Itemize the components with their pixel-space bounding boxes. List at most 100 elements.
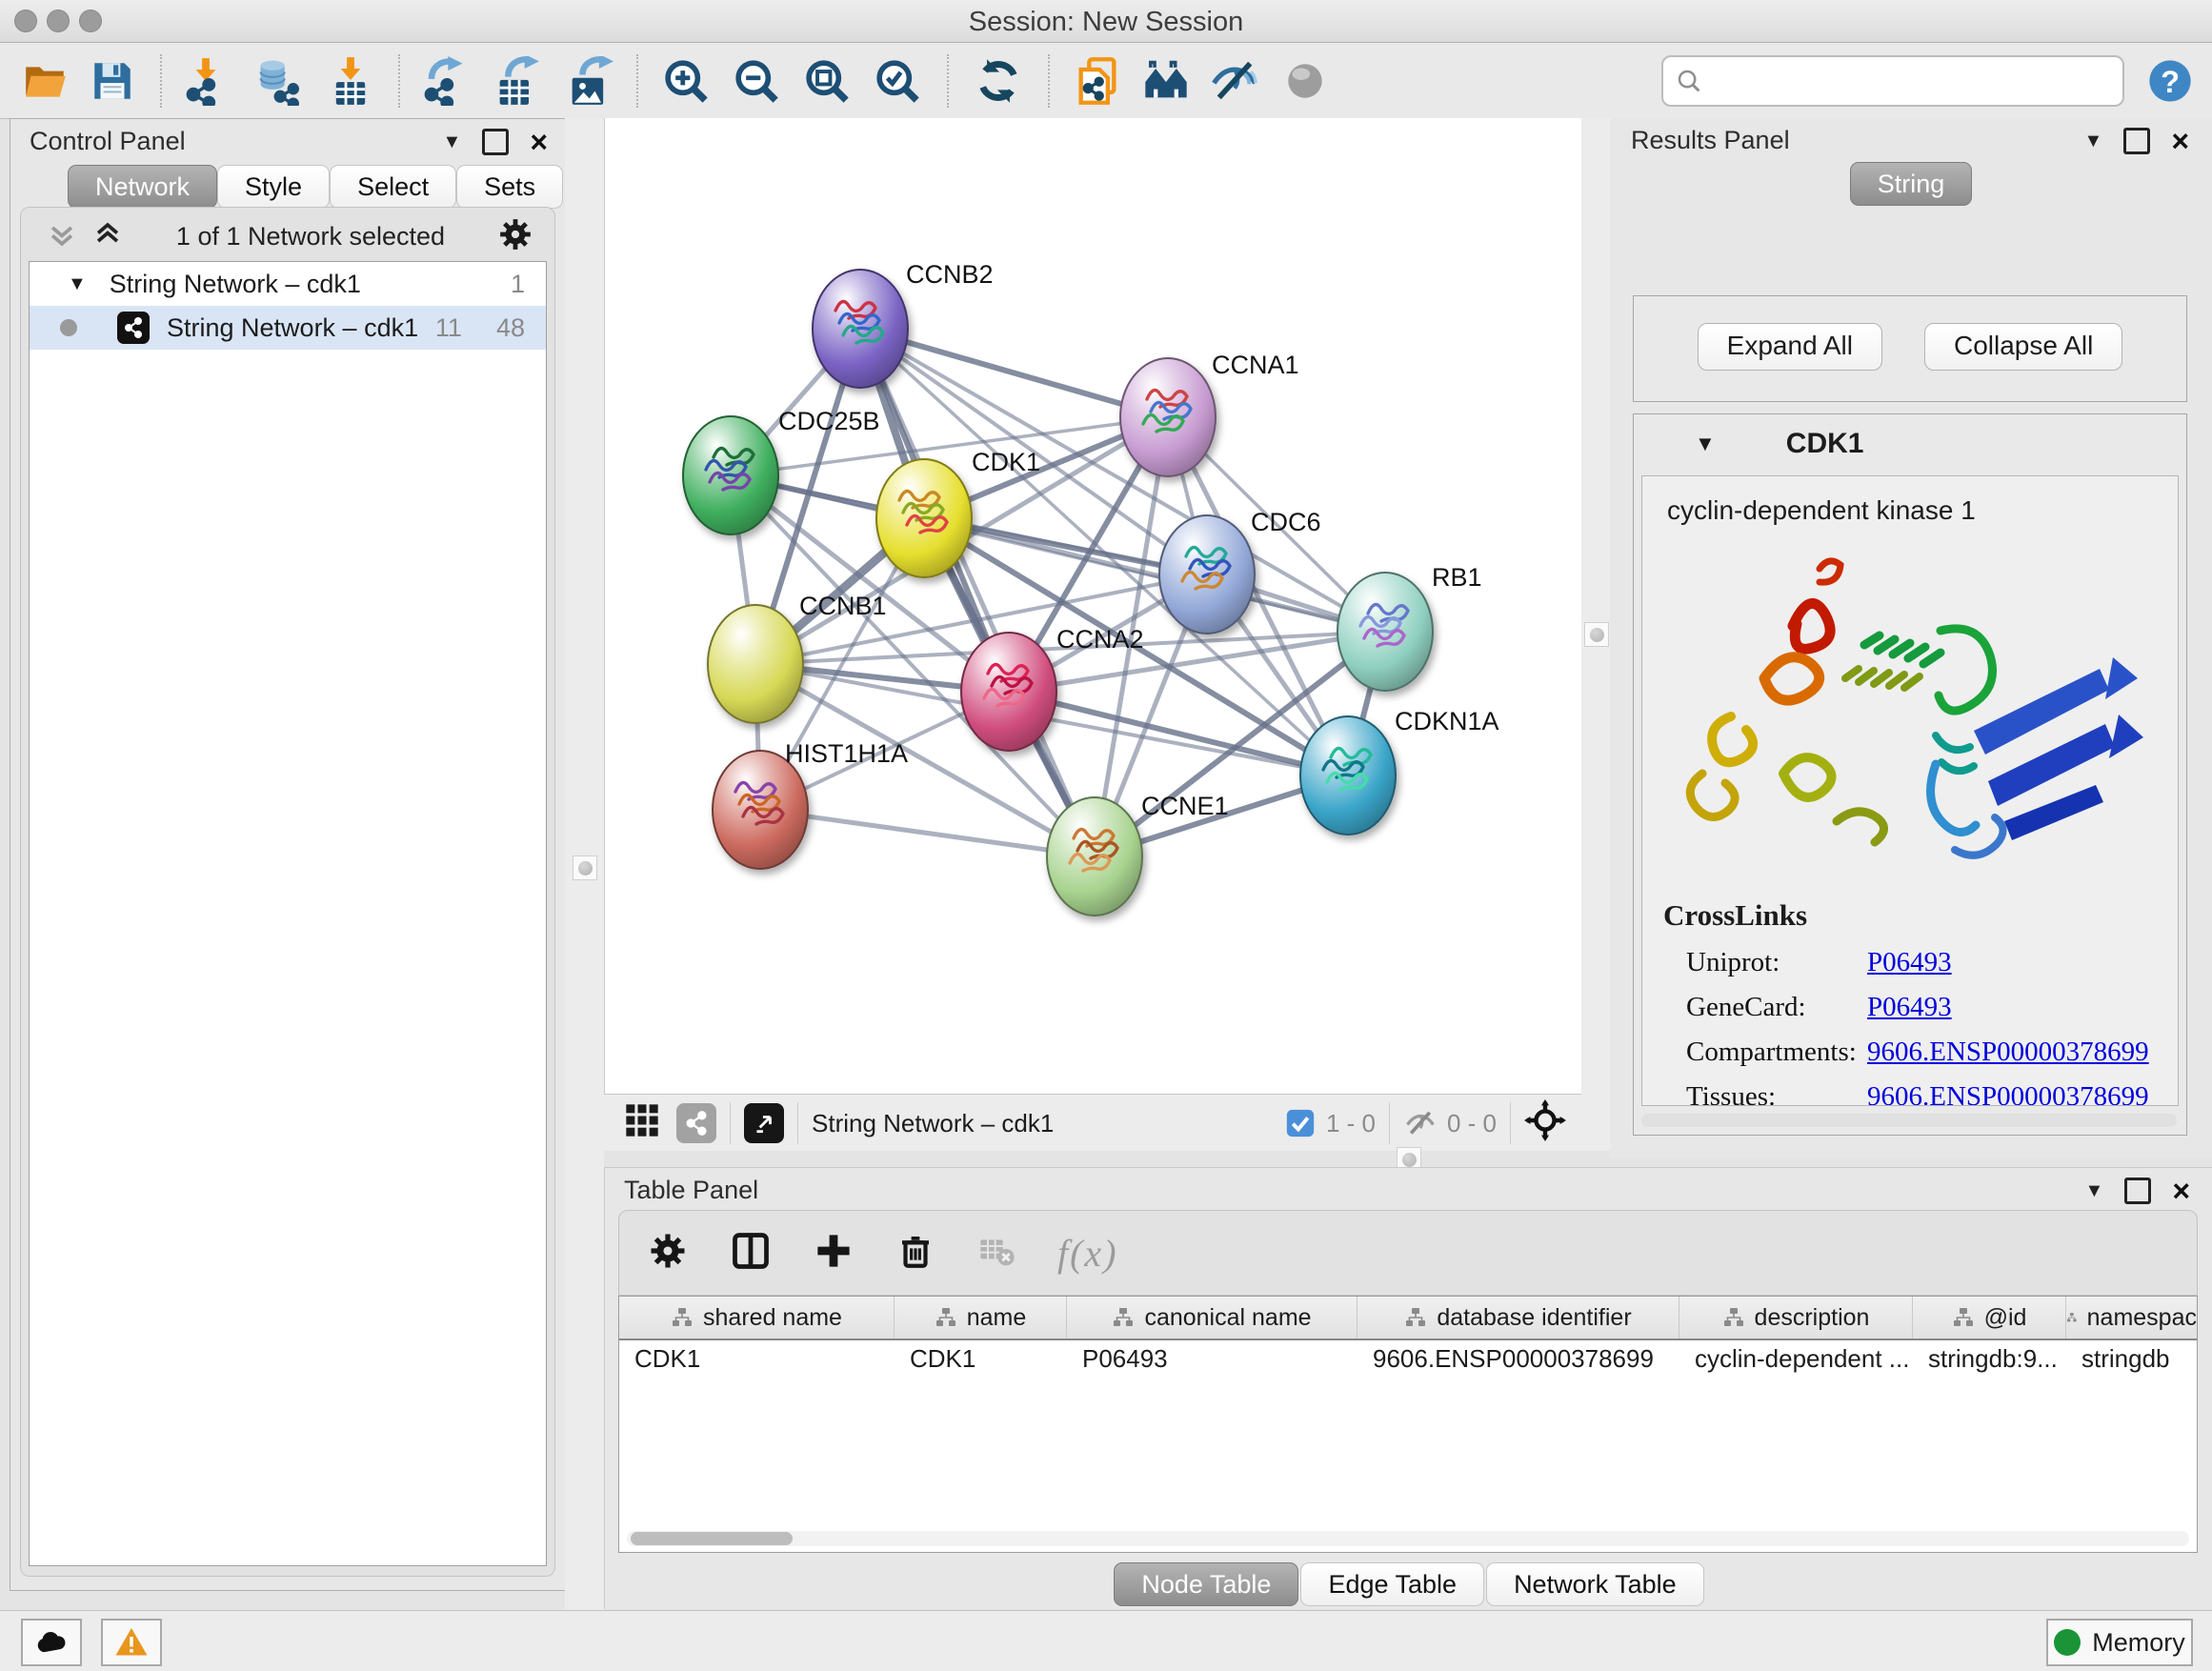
function-builder-icon[interactable]: f(x) bbox=[1057, 1231, 1118, 1276]
string-network-graph[interactable]: CCNB2CCNA1CDC25BCDK1CDC6RB1CCNB1CCNA2CDK… bbox=[605, 118, 1582, 1094]
crosslink-label: Compartments: bbox=[1642, 1037, 1867, 1068]
hidden-eye-slash-icon[interactable] bbox=[1403, 1106, 1438, 1140]
selected-checkbox-icon[interactable] bbox=[1284, 1107, 1317, 1139]
network-status-dot bbox=[60, 319, 77, 336]
crosslink-link[interactable]: P06493 bbox=[1867, 947, 1952, 978]
zoom-in-icon[interactable] bbox=[661, 56, 711, 106]
collection-expand-icon[interactable]: ▼ bbox=[68, 273, 87, 295]
cloud-button[interactable] bbox=[21, 1619, 82, 1666]
left-splitter[interactable] bbox=[565, 118, 604, 1671]
crosslink-link[interactable]: 9606.ENSP00000378699 bbox=[1867, 1037, 2149, 1068]
entry-collapse-icon[interactable]: ▼ bbox=[1695, 432, 1716, 456]
delete-column-trash-icon[interactable] bbox=[895, 1231, 935, 1276]
tab-node-table[interactable]: Node Table bbox=[1114, 1562, 1298, 1606]
column-header[interactable]: database identifier bbox=[1357, 1297, 1679, 1339]
add-column-icon[interactable] bbox=[814, 1231, 854, 1276]
tab-string[interactable]: String bbox=[1850, 162, 1973, 206]
share-document-icon[interactable] bbox=[1073, 56, 1122, 106]
crosslink-row: Uniprot: P06493 bbox=[1642, 940, 2178, 985]
birds-eye-crosshair-icon[interactable] bbox=[1524, 1099, 1566, 1148]
show-eye-icon[interactable] bbox=[1280, 56, 1330, 106]
export-table-icon[interactable] bbox=[492, 56, 541, 106]
table-hscrollbar-thumb[interactable] bbox=[631, 1532, 793, 1545]
column-header[interactable]: description bbox=[1679, 1297, 1913, 1339]
collapse-all-icon[interactable] bbox=[46, 218, 78, 255]
table-hscrollbar[interactable] bbox=[627, 1531, 2189, 1546]
network-edge-count: 48 bbox=[496, 313, 525, 343]
table-panel: Table Panel ▼ × f(x) bbox=[604, 1167, 2212, 1609]
network-options-gear-icon[interactable] bbox=[497, 216, 533, 257]
search-field[interactable] bbox=[1661, 55, 2124, 107]
tab-network[interactable]: Network bbox=[68, 165, 217, 209]
column-header[interactable]: canonical name bbox=[1067, 1297, 1357, 1339]
help-icon[interactable]: ? bbox=[2145, 56, 2195, 106]
table-panel-title: Table Panel bbox=[624, 1176, 758, 1205]
column-header[interactable]: shared name bbox=[619, 1297, 895, 1339]
crosslink-label: Tissues: bbox=[1642, 1081, 1867, 1106]
import-network-icon[interactable] bbox=[181, 56, 231, 106]
expand-all-button[interactable]: Expand All bbox=[1698, 323, 1882, 371]
panel-close-icon[interactable]: × bbox=[2171, 131, 2189, 151]
expand-all-icon[interactable] bbox=[91, 218, 124, 255]
results-hscrollbar[interactable] bbox=[1641, 1114, 2177, 1127]
network-overview-houses-icon[interactable] bbox=[1141, 56, 1191, 106]
svg-text:CCNA1: CCNA1 bbox=[1212, 351, 1299, 379]
zoom-fit-icon[interactable] bbox=[802, 56, 852, 106]
right-splitter[interactable] bbox=[1581, 118, 1610, 1158]
tab-sets[interactable]: Sets bbox=[456, 165, 563, 209]
panel-float-icon[interactable] bbox=[482, 129, 509, 155]
import-database-icon[interactable] bbox=[253, 56, 303, 106]
svg-text:CDC25B: CDC25B bbox=[778, 407, 880, 435]
select-columns-icon[interactable] bbox=[730, 1230, 772, 1277]
tab-edge-table[interactable]: Edge Table bbox=[1300, 1562, 1484, 1606]
right-splitter-handle[interactable] bbox=[1584, 622, 1609, 647]
open-folder-icon[interactable] bbox=[21, 56, 70, 106]
panel-float-icon[interactable] bbox=[2123, 128, 2150, 154]
toolbar-separator bbox=[160, 54, 162, 108]
refresh-icon[interactable] bbox=[974, 56, 1023, 106]
zoom-selected-icon[interactable] bbox=[873, 56, 922, 106]
panel-close-icon[interactable]: × bbox=[2172, 1180, 2190, 1201]
column-header[interactable]: namespac bbox=[2066, 1297, 2197, 1339]
column-header[interactable]: name bbox=[895, 1297, 1067, 1339]
network-row[interactable]: String Network – cdk1 11 48 bbox=[30, 306, 546, 350]
panel-close-icon[interactable]: × bbox=[530, 131, 548, 152]
svg-text:RB1: RB1 bbox=[1432, 563, 1482, 592]
crosslink-link[interactable]: 9606.ENSP00000378699 bbox=[1867, 1081, 2149, 1106]
table-row[interactable]: CDK1 CDK1 P06493 9606.ENSP00000378699 cy… bbox=[619, 1340, 2197, 1380]
panel-collapse-icon[interactable]: ▼ bbox=[2085, 1180, 2104, 1202]
import-table-icon[interactable] bbox=[326, 56, 375, 106]
grid-view-icon[interactable] bbox=[623, 1101, 661, 1146]
crosslink-label: GeneCard: bbox=[1642, 992, 1867, 1023]
zoom-out-icon[interactable] bbox=[732, 56, 781, 106]
crosslink-link[interactable]: P06493 bbox=[1867, 992, 1952, 1023]
hide-selected-eye-slash-icon[interactable] bbox=[1210, 56, 1259, 106]
window-title: Session: New Session bbox=[0, 7, 2212, 38]
network-share-icon[interactable] bbox=[676, 1103, 716, 1143]
tab-network-table[interactable]: Network Table bbox=[1486, 1562, 1704, 1606]
crosslink-row: GeneCard: P06493 bbox=[1642, 985, 2178, 1030]
left-splitter-handle[interactable] bbox=[573, 856, 597, 880]
collapse-all-button[interactable]: Collapse All bbox=[1924, 323, 2122, 371]
cloud-icon bbox=[34, 1625, 69, 1660]
panel-float-icon[interactable] bbox=[2124, 1178, 2151, 1204]
tab-select[interactable]: Select bbox=[330, 165, 456, 209]
export-image-icon[interactable] bbox=[564, 56, 613, 106]
table-options-gear-icon[interactable] bbox=[648, 1231, 688, 1276]
network-canvas[interactable]: CCNB2CCNA1CDC25BCDK1CDC6RB1CCNB1CCNA2CDK… bbox=[604, 118, 1582, 1094]
toolbar-separator bbox=[1048, 54, 1050, 108]
memory-button[interactable]: Memory bbox=[2046, 1619, 2193, 1666]
panel-collapse-icon[interactable]: ▼ bbox=[443, 131, 462, 153]
column-header[interactable]: @id bbox=[1913, 1297, 2066, 1339]
delete-table-icon[interactable] bbox=[977, 1232, 1016, 1275]
network-view-title: String Network – cdk1 bbox=[812, 1109, 1054, 1138]
network-collection-row[interactable]: ▼ String Network – cdk1 1 bbox=[30, 262, 546, 306]
search-input[interactable] bbox=[1703, 65, 2088, 96]
search-icon bbox=[1675, 67, 1703, 95]
warning-button[interactable] bbox=[101, 1619, 162, 1666]
tab-style[interactable]: Style bbox=[217, 165, 330, 209]
export-network-icon[interactable] bbox=[419, 56, 469, 106]
panel-collapse-icon[interactable]: ▼ bbox=[2084, 131, 2103, 152]
save-icon[interactable] bbox=[88, 56, 137, 106]
detach-view-icon[interactable] bbox=[744, 1103, 784, 1143]
